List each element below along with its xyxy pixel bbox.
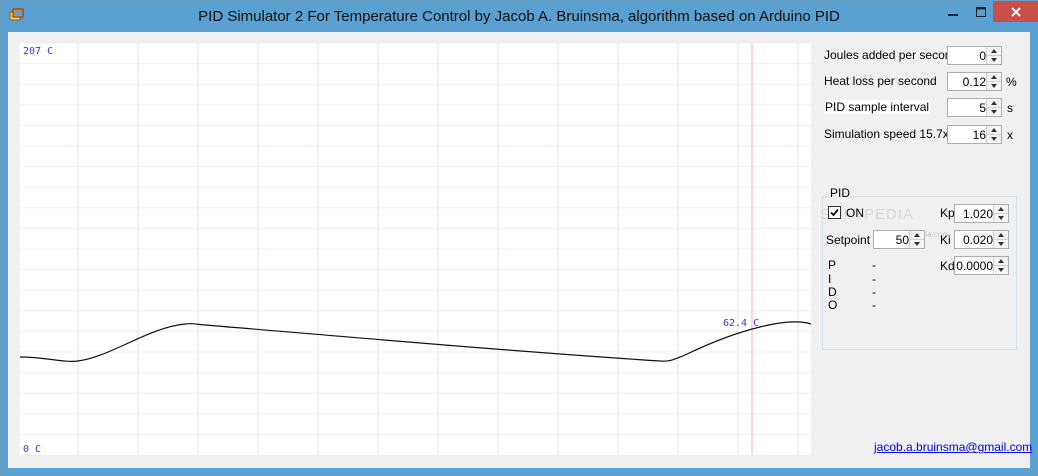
check-icon <box>830 208 839 217</box>
window-title: PID Simulator 2 For Temperature Control … <box>198 8 840 25</box>
kp-label: Kp <box>940 206 955 220</box>
email-link[interactable]: jacob.a.bruinsma@gmail.com <box>874 440 1032 454</box>
kp-up-arrow[interactable] <box>994 205 1008 214</box>
chart-canvas <box>20 43 811 455</box>
term-p-label: P <box>828 258 837 272</box>
kp-down-arrow[interactable] <box>994 214 1008 222</box>
client-area: 207 C 0 C 62.4 C Joules added per second… <box>8 32 1032 468</box>
setpoint-label: Setpoint <box>826 233 871 247</box>
term-d-label: D <box>828 285 837 299</box>
kd-up-arrow[interactable] <box>994 257 1008 266</box>
sample-interval-stepper[interactable]: 5 <box>947 98 1002 117</box>
sample-interval-unit: s <box>1007 101 1013 115</box>
sim-speed-up-arrow[interactable] <box>987 126 1001 135</box>
heat-loss-up-arrow[interactable] <box>987 73 1001 82</box>
pid-on-label: ON <box>846 206 864 220</box>
term-p-value: - <box>872 258 876 272</box>
app-window: PID Simulator 2 For Temperature Control … <box>0 0 1038 476</box>
kd-down-arrow[interactable] <box>994 266 1008 274</box>
joules-down-arrow[interactable] <box>987 56 1001 64</box>
kd-value: 0.0000 <box>956 259 993 273</box>
title-bar[interactable]: PID Simulator 2 For Temperature Control … <box>1 1 1038 32</box>
close-icon <box>1010 6 1021 17</box>
sim-speed-stepper[interactable]: 16 <box>947 125 1002 144</box>
sim-speed-value: 16 <box>972 128 986 142</box>
heat-loss-down-arrow[interactable] <box>987 82 1001 90</box>
term-o-label: O <box>828 298 838 312</box>
chart-max-label: 207 C <box>23 46 54 57</box>
kd-stepper[interactable]: 0.0000 <box>954 256 1009 275</box>
joules-stepper[interactable]: 0 <box>947 46 1002 65</box>
ki-label: Ki <box>940 233 951 247</box>
setpoint-up-arrow[interactable] <box>910 231 924 240</box>
heat-loss-value: 0.12 <box>962 75 986 89</box>
term-i-label: I <box>828 272 832 286</box>
maximize-icon <box>976 6 986 17</box>
sim-speed-label: Simulation speed 15.7x <box>824 127 949 141</box>
chart-min-label: 0 C <box>23 444 42 455</box>
ki-down-arrow[interactable] <box>994 240 1008 248</box>
sim-speed-unit: x <box>1007 128 1013 142</box>
chart-grid <box>20 43 811 455</box>
sample-interval-label: PID sample interval <box>824 100 931 114</box>
close-button[interactable] <box>993 1 1038 22</box>
heat-loss-unit: % <box>1006 75 1017 89</box>
setpoint-value: 50 <box>895 233 909 247</box>
pid-group-title: PID <box>827 186 854 200</box>
heat-loss-label: Heat loss per second <box>824 74 937 88</box>
sample-interval-value: 5 <box>979 101 986 115</box>
kd-label: Kd <box>940 259 955 273</box>
joules-up-arrow[interactable] <box>987 47 1001 56</box>
setpoint-stepper[interactable]: 50 <box>873 230 925 249</box>
ki-stepper[interactable]: 0.020 <box>954 230 1009 249</box>
joules-value: 0 <box>979 49 986 63</box>
sample-interval-up-arrow[interactable] <box>987 99 1001 108</box>
minimize-icon <box>948 13 958 16</box>
joules-label: Joules added per second <box>824 48 959 62</box>
setpoint-down-arrow[interactable] <box>910 240 924 248</box>
term-i-value: - <box>872 272 876 286</box>
sample-interval-down-arrow[interactable] <box>987 108 1001 116</box>
kp-value: 1.020 <box>962 207 993 221</box>
minimize-button[interactable] <box>939 1 967 22</box>
temperature-chart: 207 C 0 C 62.4 C <box>20 43 811 455</box>
kp-stepper[interactable]: 1.020 <box>954 204 1009 223</box>
sim-speed-down-arrow[interactable] <box>987 135 1001 143</box>
heat-loss-stepper[interactable]: 0.12 <box>947 72 1002 91</box>
ki-up-arrow[interactable] <box>994 231 1008 240</box>
term-o-value: - <box>872 298 876 312</box>
term-d-value: - <box>872 285 876 299</box>
temperature-curve <box>20 321 811 363</box>
maximize-button[interactable] <box>967 1 995 22</box>
chart-current-label: 62.4 C <box>723 318 760 329</box>
pid-on-checkbox[interactable] <box>828 206 841 219</box>
ki-value: 0.020 <box>962 233 993 247</box>
